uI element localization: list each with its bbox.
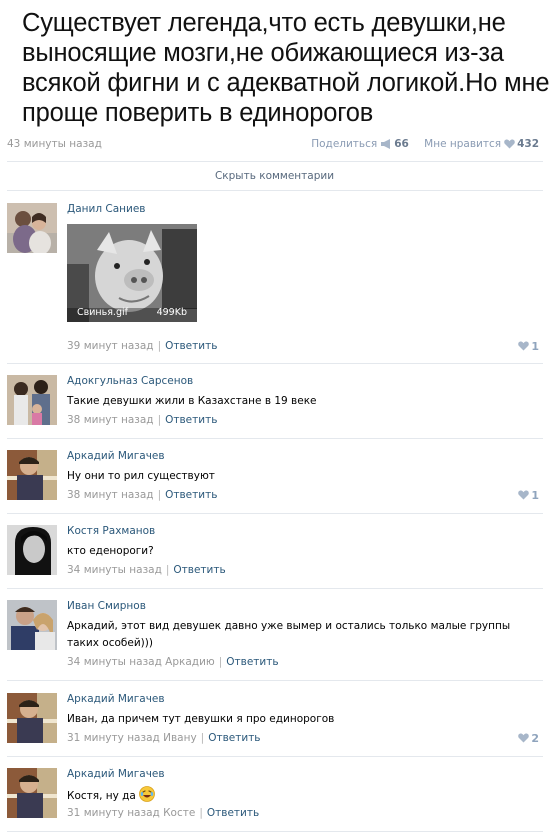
avatar[interactable] [7,693,57,743]
comment: Данил Саниев Свинья.gif 499Kb 39 минут н… [7,203,543,363]
share-count: 66 [394,138,409,150]
comment-text: Аркадий, этот вид девушек давно уже выме… [67,620,511,649]
reply-button[interactable]: Ответить [165,340,217,352]
avatar[interactable] [7,203,57,253]
avatar[interactable] [7,768,57,818]
comment-time[interactable]: 34 минуты назад Аркадию [67,656,215,668]
comment-author[interactable]: Костя Рахманов [67,525,155,537]
comment-like-button[interactable]: 1 [518,489,539,502]
heart-icon [518,490,530,500]
divider [7,756,543,757]
avatar[interactable] [7,450,57,500]
comment-like-count: 1 [531,340,539,353]
comment-author[interactable]: Аркадий Мигачев [67,450,165,462]
reply-button[interactable]: Ответить [226,656,278,668]
avatar[interactable] [7,600,57,650]
comment-meta: 34 минуты назад Аркадию | Ответить [67,656,279,668]
comment-text: кто еденороги? [67,545,154,557]
comment-author[interactable]: Иван Смирнов [67,600,146,612]
comment-like-button[interactable]: 1 [518,340,539,353]
comment-like-count: 2 [531,732,539,745]
comment-meta: 34 минуты назад | Ответить [67,564,226,576]
divider [7,438,543,439]
like-button[interactable]: Мне нравится 432 [424,138,539,150]
divider [7,161,543,162]
comment: Аркадий Мигачев Костя, ну да 31 минуту н… [7,768,543,830]
divider [7,190,543,191]
like-label: Мне нравится [424,138,502,150]
comment-like-count: 1 [531,489,539,502]
comment-text: Ну они то рил существуют [67,470,215,482]
divider [7,831,543,832]
comment-time[interactable]: 38 минут назад [67,489,154,501]
share-button[interactable]: Поделиться 66 [311,138,412,150]
share-label: Поделиться [311,138,378,150]
hide-comments-link[interactable]: Скрыть комментарии [0,170,549,182]
comment-meta: 31 минуту назад Косте | Ответить [67,807,260,819]
reply-button[interactable]: Ответить [207,807,259,819]
comment-meta: 39 минут назад | Ответить [67,340,218,352]
post-text: Существует легенда,что есть девушки,не в… [22,9,550,127]
comment-time[interactable]: 38 минут назад [67,414,154,426]
divider [7,680,543,681]
comment-text-row: Костя, ну да [67,786,517,805]
comment-time[interactable]: 31 минуту назад Косте [67,807,195,819]
reply-button[interactable]: Ответить [173,564,225,576]
heart-icon [518,733,530,743]
comment-author[interactable]: Аркадий Мигачев [67,768,165,780]
comment: Аркадий Мигачев Ну они то рил существуют… [7,450,543,512]
comment-author[interactable]: Адокгульназ Сарсенов [67,375,193,387]
comment: Аркадий Мигачев Иван, да причем тут деву… [7,693,543,755]
comment: Иван Смирнов Аркадий, этот вид девушек д… [7,600,543,680]
comment-text: Такие девушки жили в Казахстане в 19 век… [67,395,317,407]
divider [7,363,543,364]
heart-icon [504,139,515,149]
post-meta: 43 минуты назад Поделиться 66 Мне нравитс… [7,138,539,152]
laughing-emoji-icon [138,786,155,802]
comment-time[interactable]: 39 минут назад [67,340,154,352]
heart-icon [518,341,530,351]
comment: Костя Рахманов кто еденороги? 34 минуты … [7,525,543,587]
avatar[interactable] [7,525,57,575]
comment-author[interactable]: Аркадий Мигачев [67,693,165,705]
gif-filename: Свинья.gif [77,307,128,318]
reply-button[interactable]: Ответить [208,732,260,744]
comment-time[interactable]: 31 минуту назад Ивану [67,732,197,744]
comment: Адокгульназ Сарсенов Такие девушки жили … [7,375,543,437]
post-time[interactable]: 43 минуты назад [7,138,102,150]
comment-meta: 38 минут назад | Ответить [67,414,218,426]
gif-filesize: 499Kb [156,307,187,318]
comment-meta: 31 минуту назад Ивану | Ответить [67,732,261,744]
comment-text: Иван, да причем тут девушки я про единор… [67,713,335,725]
gif-attachment[interactable]: Свинья.gif 499Kb [67,224,197,322]
comment-author[interactable]: Данил Саниев [67,203,145,215]
comment-like-button[interactable]: 2 [518,732,539,745]
comment-meta: 38 минут назад | Ответить [67,489,218,501]
divider [7,513,543,514]
comment-time[interactable]: 34 минуты назад [67,564,162,576]
megaphone-icon [381,139,391,149]
reply-button[interactable]: Ответить [165,414,217,426]
post-actions: Поделиться 66 Мне нравится 432 [311,138,539,150]
divider [7,588,543,589]
avatar[interactable] [7,375,57,425]
reply-button[interactable]: Ответить [165,489,217,501]
comment-text: Костя, ну да [67,790,136,802]
like-count: 432 [517,138,539,150]
